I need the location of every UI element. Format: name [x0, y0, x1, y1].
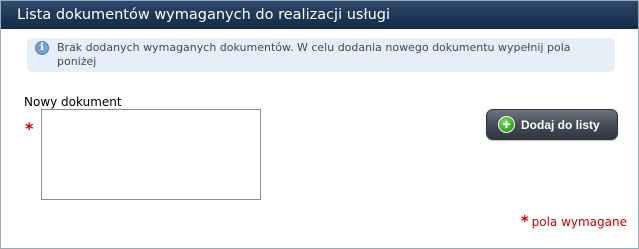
add-to-list-button[interactable]: + Dodaj do listy [486, 109, 618, 140]
plus-circle-icon: + [498, 116, 515, 133]
required-note-text: pola wymagane [531, 215, 627, 229]
required-fields-note: * pola wymagane [521, 212, 627, 230]
panel-title: Lista dokumentów wymaganych do realizacj… [1, 1, 638, 29]
new-document-textarea[interactable] [41, 109, 261, 200]
add-to-list-label: Dodaj do listy [521, 117, 600, 132]
documents-panel: Lista dokumentów wymaganych do realizacj… [0, 0, 639, 249]
info-message-text: Brak dodanych wymaganych dokumentów. W c… [57, 41, 571, 68]
new-document-label: Nowy dokument [24, 95, 122, 109]
required-marker: * [25, 119, 34, 138]
required-note-marker: * [520, 212, 529, 230]
info-message-box: i Brak dodanych wymaganych dokumentów. W… [27, 38, 615, 72]
info-icon: i [35, 41, 49, 55]
